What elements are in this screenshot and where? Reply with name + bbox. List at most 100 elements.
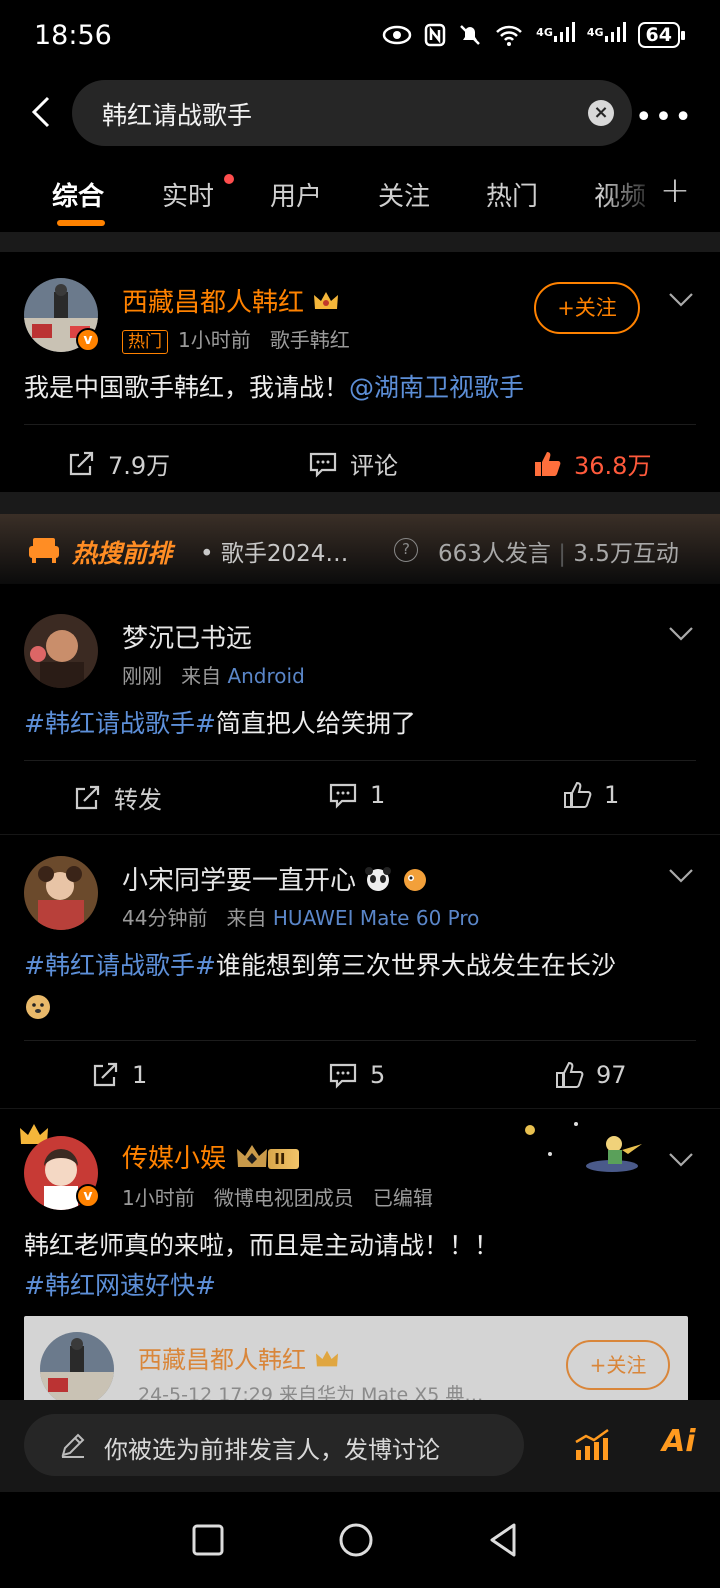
quoted-author-name[interactable]: 西藏昌都人韩红 [138,1346,306,1374]
speaker-count: 663人发言 [438,541,551,567]
crown-icon [314,292,339,309]
more-icon[interactable]: ••• [635,100,694,135]
quoted-post-card[interactable]: 西藏昌都人韩红 24-5-12 17:29 来自华为 Mate X5 典… +关… [24,1316,688,1400]
feed-post[interactable]: 小宋同学要一直开心 44分钟前 来自 HUAWEI Mate 60 Pro #韩… [0,836,720,1108]
add-tab-icon[interactable]: + [660,170,690,211]
compose-input[interactable]: 你被选为前排发言人，发博讨论 [24,1414,524,1476]
feed-post[interactable]: 梦沉已书远 刚刚 来自 Android #韩红请战歌手#简直把人给笑拥了 转发 … [0,584,720,830]
search-query: 韩红请战歌手 [102,101,253,130]
mention-link[interactable]: @湖南卫视歌手 [349,373,524,402]
author-name[interactable]: 西藏昌都人韩红 [122,288,304,318]
little-prince-decoration-icon [525,1122,642,1172]
vip-crown-icon [237,1145,268,1167]
signal-1: 4G [536,22,575,48]
tab-users[interactable]: 用户 [270,176,322,213]
interaction-count: 3.5万互动 [573,541,679,567]
avatar[interactable] [24,856,98,930]
tab-hot[interactable]: 热门 [486,176,538,213]
share-icon [93,1062,118,1087]
chevron-down-icon[interactable] [668,862,694,888]
topic-link[interactable]: #韩红请战歌手# [24,709,216,738]
repost-button[interactable]: 转发 [72,780,162,815]
search-input[interactable]: 韩红请战歌手 × [72,80,632,146]
crown-icon [315,1350,338,1367]
wifi-icon [496,25,523,46]
back-icon[interactable] [480,1516,528,1564]
author-subtitle: 歌手韩红 [269,328,350,352]
repost-button[interactable]: 1 [90,1060,147,1090]
chevron-down-icon[interactable] [668,620,694,646]
post-source: HUAWEI Mate 60 Pro [272,906,480,930]
search-tabs: 综合 实时 用户 关注 热门 视频 + [0,170,720,230]
comment-button[interactable]: 评论 [308,446,398,481]
tab-active-indicator [57,220,105,226]
trend-chart-icon[interactable] [574,1428,610,1462]
post-time: 1小时前 [122,1186,195,1210]
avatar[interactable] [24,614,98,688]
hot-badge: 热门 [122,330,168,354]
post-time: 刚刚 [122,664,162,688]
eye-icon [382,25,412,45]
system-navigation-bar [0,1492,720,1588]
hot-search-banner[interactable]: 热搜前排 • 歌手2024… ? 663人发言 | 3.5万互动 [0,514,720,584]
nfc-icon [424,23,446,47]
follow-button[interactable]: +关注 [566,1340,670,1390]
topic-link[interactable]: #韩红请战歌手# [24,951,216,980]
author-name[interactable]: 传媒小娱 [122,1144,226,1174]
tab-comprehensive[interactable]: 综合 [52,176,104,213]
edited-label: 已编辑 [372,1186,433,1210]
signal-icon [604,22,626,42]
back-arrow-icon[interactable] [24,94,60,130]
avatar [40,1332,114,1400]
home-icon[interactable] [332,1516,380,1564]
sofa-icon [29,538,59,563]
verified-badge-icon: v [76,328,100,352]
ai-assistant-icon[interactable]: Ai [662,1424,696,1459]
like-button[interactable]: 36.8万 [532,446,651,481]
mute-bell-icon [460,25,481,45]
like-button[interactable]: 1 [562,780,619,810]
topic-link[interactable]: #韩红网速好快# [24,1271,216,1300]
compose-bar: 你被选为前排发言人，发博讨论 Ai [0,1400,720,1492]
hot-search-label: 热搜前排 [72,539,173,568]
status-bar: 18:56 4G 4G 64 [0,0,720,76]
battery-indicator: 64 [637,22,686,48]
share-icon [75,785,100,809]
signal-icon [553,22,575,42]
author-name[interactable]: 小宋同学要一直开心 [122,866,356,896]
post-time: 1小时前 [178,328,251,352]
post-text: 我是中国歌手韩红，我请战！@湖南卫视歌手 [24,373,525,402]
level-badge: II [268,1149,300,1169]
help-icon[interactable]: ? [394,538,418,562]
author-role: 微博电视团成员 [213,1186,354,1210]
repost-button[interactable]: 7.9万 [66,446,170,481]
post-text: 韩红老师真的来啦，而且是主动请战！！！ #韩红网速好快# [24,1231,500,1300]
panda-icon [365,867,392,891]
tab-realtime[interactable]: 实时 [162,176,214,213]
feed-post[interactable]: v 西藏昌都人韩红 热门 1小时前 歌手韩红 +关注 我是中国歌手韩红，我请战！@… [0,252,720,492]
tab-following[interactable]: 关注 [378,176,430,213]
verified-badge-icon: v [76,1184,100,1208]
follow-button[interactable]: +关注 [534,282,640,334]
like-button[interactable]: 97 [554,1060,627,1090]
chevron-down-icon[interactable] [668,1146,694,1172]
post-actions: 转发 1 1 [0,770,720,820]
hot-topic[interactable]: • 歌手2024… [200,534,348,568]
chevron-down-icon[interactable] [668,286,694,312]
share-icon [69,451,94,475]
thumbs-up-icon [535,451,561,476]
doge-emoji-icon [26,995,50,1019]
post-source: Android [227,664,305,688]
comment-icon [329,1063,357,1089]
recent-apps-icon[interactable] [184,1516,232,1564]
comment-button[interactable]: 5 [328,1060,385,1090]
author-name[interactable]: 梦沉已书远 [122,618,252,655]
clear-icon[interactable]: × [588,100,614,126]
post-time: 44分钟前 [122,906,208,930]
comment-icon [329,783,357,809]
notification-dot [224,174,234,184]
feed-post[interactable]: v 传媒小娱 II 1小时前 微博电视团成员 已编辑 韩红老师真的来啦，而且是主… [0,1110,720,1400]
comment-button[interactable]: 1 [328,780,385,810]
post-text: #韩红请战歌手#谁能想到第三次世界大战发生在长沙 [24,946,696,1026]
post-actions: 1 5 97 [0,1050,720,1100]
